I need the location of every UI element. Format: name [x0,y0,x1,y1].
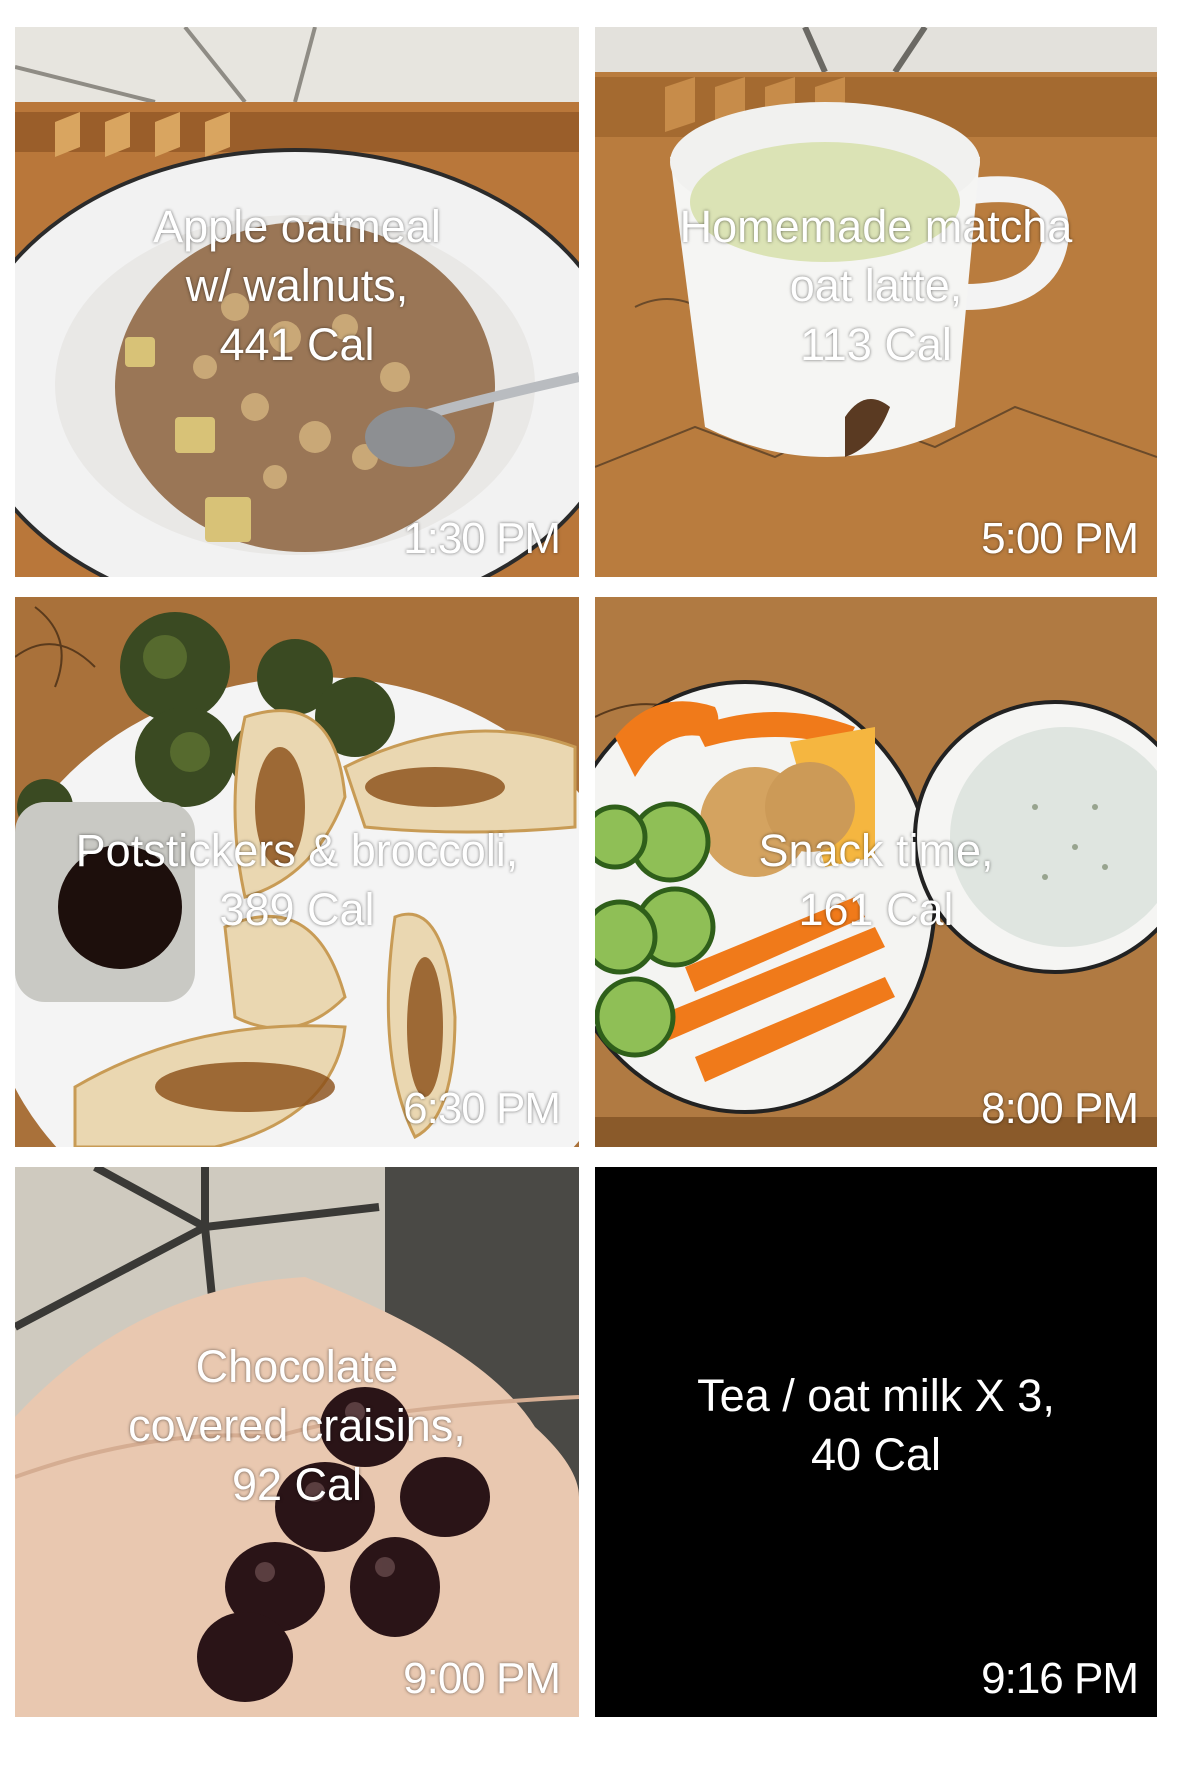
tile-caption: Apple oatmeal w/ walnuts, 441 Cal [153,201,441,370]
tile-caption: Potstickers & broccoli, 389 Cal [75,825,519,935]
tile-time: 9:16 PM [981,1654,1139,1703]
tile-caption: Tea / oat milk X 3, 40 Cal [697,1370,1055,1480]
tile-caption: Chocolate covered craisins, 92 Cal [128,1341,466,1510]
tile-time: 1:30 PM [403,514,561,563]
tile-chocolate-craisins[interactable]: Chocolate covered craisins, 92 Cal 9:00 … [15,1167,579,1717]
tile-snack-time[interactable]: Snack time, 161 Cal 8:00 PM [595,597,1157,1147]
tile-tea-oat-milk[interactable]: Tea / oat milk X 3, 40 Cal 9:16 PM [595,1167,1157,1717]
tile-time: 8:00 PM [981,1084,1139,1133]
tile-time: 6:30 PM [403,1084,561,1133]
tile-time: 9:00 PM [403,1654,561,1703]
tile-matcha-latte[interactable]: Homemade matcha oat latte, 113 Cal 5:00 … [595,27,1157,577]
tile-caption: Snack time, 161 Cal [758,825,994,935]
tile-potstickers[interactable]: Potstickers & broccoli, 389 Cal 6:30 PM [15,597,579,1147]
tile-caption: Homemade matcha oat latte, 113 Cal [679,201,1073,370]
food-diary-grid: Apple oatmeal w/ walnuts, 441 Cal 1:30 P… [0,0,1179,1766]
tile-apple-oatmeal[interactable]: Apple oatmeal w/ walnuts, 441 Cal 1:30 P… [15,27,579,577]
tile-time: 5:00 PM [981,514,1139,563]
